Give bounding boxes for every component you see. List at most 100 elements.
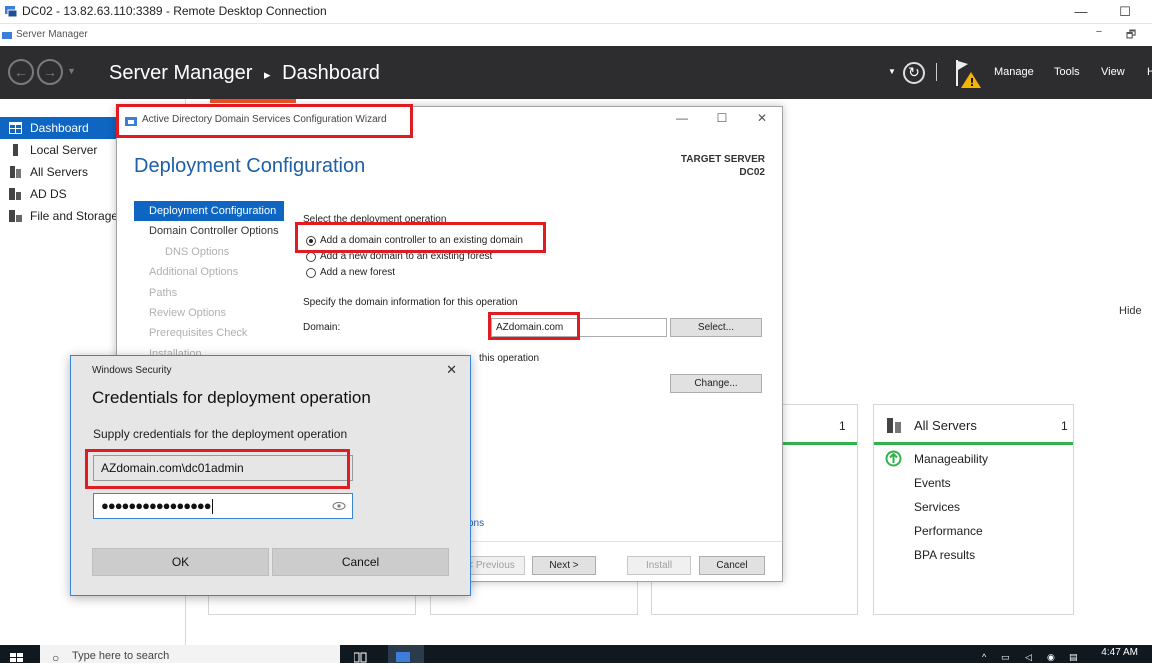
all-servers-count: 1 [1061,419,1068,433]
target-server-label: TARGET SERVER [680,154,765,165]
breadcrumb: Server Manager ▸ Dashboard [109,62,380,85]
target-server-name: DC02 [739,167,765,178]
breadcrumb-page: Dashboard [282,62,380,84]
wizard-cancel-button[interactable]: Cancel [699,556,765,575]
tile-link-events[interactable]: Events [914,476,951,490]
password-field[interactable]: ●●●●●●●●●●●●●●●● [93,493,353,519]
credentials-subtitle: Supply credentials for the deployment op… [93,427,348,441]
server-manager-icon [2,32,12,39]
radio-new-domain[interactable] [306,252,316,262]
change-credentials-button[interactable]: Change... [670,374,762,393]
domain-info-label: Specify the domain information for this … [303,297,518,308]
local-server-icon [13,144,18,156]
security-icon[interactable]: ◉ [1047,652,1055,663]
option-new-forest-label[interactable]: Add a new forest [320,267,395,278]
ok-button[interactable]: OK [92,548,269,576]
wizard-close-button[interactable]: ✕ [747,111,777,125]
credentials-window-title: Windows Security [92,365,172,376]
wizard-step-dns-options: DNS Options [165,246,230,258]
select-operation-label: Select the deployment operation [303,214,447,225]
server-manager-header: ← → ▼ Server Manager ▸ Dashboard ▼ ↻ ! M… [0,46,1152,99]
notifications-icon[interactable]: ▤ [1069,652,1078,663]
select-domain-button[interactable]: Select... [670,318,762,337]
taskbar-server-manager[interactable] [388,645,424,663]
username-field[interactable]: AZdomain.com\dc01admin [93,455,353,481]
radio-new-forest[interactable] [306,268,316,278]
nav-label: All Servers [30,165,89,179]
option-existing-domain-label[interactable]: Add a domain controller to an existing d… [320,235,523,246]
menu-tools[interactable]: Tools [1054,66,1080,78]
reveal-password-icon[interactable] [332,501,346,511]
wizard-step-review-options: Review Options [149,307,227,319]
network-icon[interactable]: ▭ [1001,652,1010,663]
taskbar-clock[interactable]: 4:47 AM [1101,647,1138,658]
volume-icon[interactable]: ◁ [1025,652,1032,663]
status-ok-icon [885,450,902,467]
wizard-minimize-button[interactable]: — [667,111,697,125]
option-new-domain-label[interactable]: Add a new domain to an existing forest [320,251,492,262]
domain-input[interactable]: AZdomain.com [491,318,667,337]
tile-link-services[interactable]: Services [914,500,960,514]
hide-link[interactable]: Hide [1119,305,1142,317]
task-view-icon[interactable] [354,652,368,663]
install-button[interactable]: Install [627,556,691,575]
close-icon[interactable]: ✕ [446,362,457,378]
windows-start-icon[interactable] [10,653,24,663]
wizard-heading: Deployment Configuration [134,155,366,177]
credentials-heading: Credentials for deployment operation [92,388,371,407]
cancel-button[interactable]: Cancel [272,548,449,576]
refresh-dropdown-icon[interactable]: ▼ [888,67,896,76]
wizard-step-dc-options[interactable]: Domain Controller Options [149,225,279,237]
rdp-title: DC02 - 13.82.63.110:3389 - Remote Deskto… [22,4,327,18]
tile-link-performance[interactable]: Performance [914,524,983,538]
sm-restore-button[interactable]: 🗗 [1116,26,1146,44]
taskbar: ○ Type here to search ^ ▭ ◁ ◉ ▤ 4:47 AM [0,645,1152,665]
password-mask: ●●●●●●●●●●●●●●●● [101,498,212,513]
nav-label: AD DS [30,187,67,201]
rdp-maximize-button[interactable]: ☐ [1102,1,1148,23]
menu-help[interactable]: H [1147,66,1152,78]
all-servers-title: All Servers [914,418,977,433]
breadcrumb-app: Server Manager [109,62,253,84]
tray-chevron-icon[interactable]: ^ [982,652,986,662]
radio-existing-domain[interactable] [306,236,316,246]
sm-minimize-button[interactable]: − [1084,26,1114,44]
dashboard-icon [9,122,22,134]
wizard-maximize-button[interactable]: ☐ [707,111,737,125]
menu-manage[interactable]: Manage [994,66,1034,78]
wizard-step-deployment-configuration[interactable]: Deployment Configuration [134,201,284,221]
history-chevron-icon[interactable]: ▼ [67,66,76,76]
all-servers-tile[interactable]: All Servers 1 Manageability Events Servi… [873,404,1074,615]
menu-view[interactable]: View [1101,66,1125,78]
server-manager-icon [396,652,410,662]
notification-flag-icon[interactable]: ! [954,58,982,90]
credentials-dialog: Windows Security ✕ Credentials for deplo… [70,355,471,596]
taskbar-search-box[interactable]: ○ Type here to search [40,645,340,665]
refresh-icon[interactable]: ↻ [903,62,925,84]
forward-icon[interactable]: → [37,59,63,85]
all-servers-icon [887,418,901,433]
wizard-step-additional-options: Additional Options [149,266,239,278]
tile-link-bpa-results[interactable]: BPA results [914,548,975,562]
all-servers-icon [10,166,21,178]
next-button[interactable]: Next > [532,556,596,575]
rdp-title-bar: DC02 - 13.82.63.110:3389 - Remote Deskto… [0,0,1152,24]
tile-link-manageability[interactable]: Manageability [914,452,988,466]
back-icon[interactable]: ← [8,59,34,85]
sm-title: Server Manager [16,29,88,40]
credentials-label: this operation [479,353,540,364]
svg-text:!: ! [970,76,975,89]
wizard-app-icon [125,117,137,126]
ad-ds-icon [9,188,21,200]
wizard-title: Active Directory Domain Services Configu… [142,114,387,125]
wizard-step-prerequisites-check: Prerequisites Check [149,327,248,339]
header-divider [936,63,937,81]
domain-field-label: Domain: [303,322,341,333]
wizard-step-paths: Paths [149,287,178,299]
taskbar-search-placeholder: Type here to search [72,650,170,662]
rdp-minimize-button[interactable]: — [1058,1,1104,23]
dashboard-accent-strip [210,99,296,103]
text-cursor [211,499,213,515]
nav-label: Local Server [30,143,98,157]
search-icon: ○ [52,651,60,665]
